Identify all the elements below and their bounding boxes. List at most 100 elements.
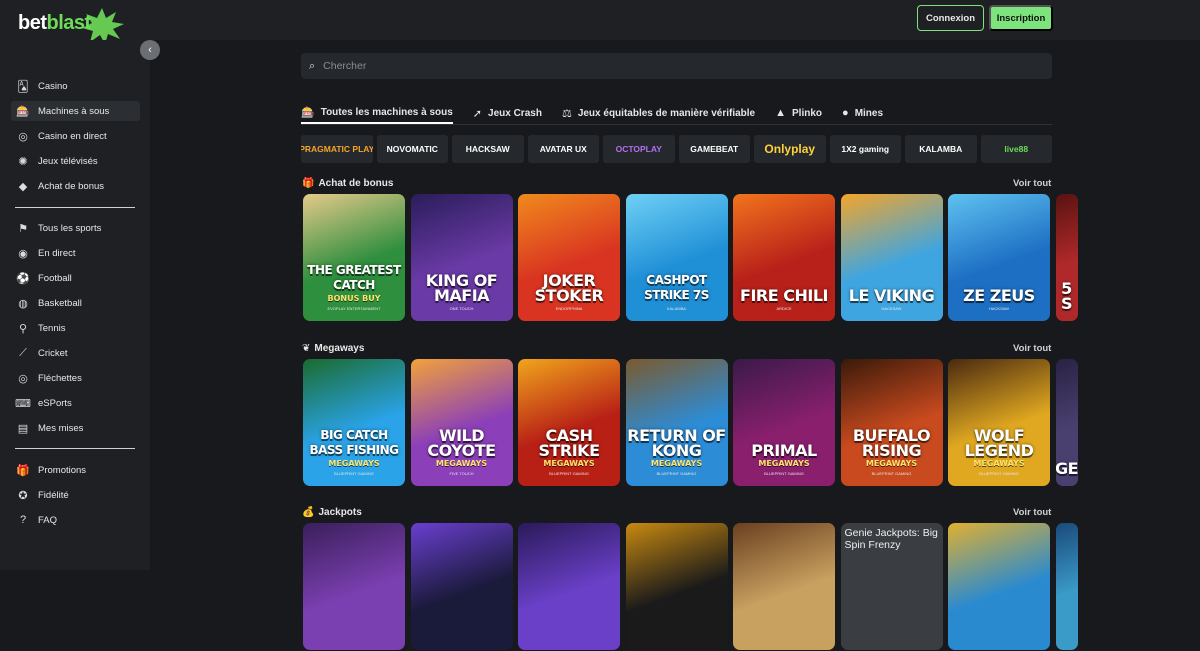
sidebar-item-casino[interactable]: 🂡 Casino	[11, 76, 140, 96]
login-button[interactable]: Connexion	[917, 5, 984, 31]
tab-plinko[interactable]: ▲ Plinko	[775, 102, 822, 124]
provider-octoplay[interactable]: OCTOPLAY	[603, 135, 675, 163]
provider-live88[interactable]: live88	[980, 135, 1052, 163]
game-subtitle: MEGAWAYS	[435, 459, 488, 468]
sidebar-item-label: Football	[38, 272, 72, 284]
gift-icon: 🎁	[302, 177, 315, 189]
signup-button[interactable]: Inscription	[989, 5, 1053, 31]
search-bar[interactable]: ⌕	[301, 53, 1052, 79]
provider-kalamba[interactable]: KALAMBA	[905, 135, 977, 163]
roulette-icon: ◎	[18, 130, 28, 143]
see-all-link[interactable]: Voir tout	[1013, 505, 1051, 519]
sidebar-item-cricket[interactable]: ⟋ Cricket	[11, 343, 140, 363]
faq-icon: ?	[19, 514, 27, 526]
sidebar-item-promotions[interactable]: 🎁 Promotions	[11, 460, 140, 480]
game-subtitle: MEGAWAYS	[328, 459, 380, 468]
sidebar-item-tous-les-sports[interactable]: ⚑ Tous les sports	[11, 218, 140, 238]
game-title: CASHPOT STRIKE 7S	[644, 273, 709, 302]
game-card[interactable]: PRIMAL MEGAWAYS BLUEPRINT GAMING	[733, 359, 835, 486]
sidebar-item-fid-lit[interactable]: ✪ Fidélité	[11, 485, 140, 505]
sidebar-item-casino-en-direct[interactable]: ◎ Casino en direct	[11, 126, 140, 146]
provider-onlyplay[interactable]: Onlyplay	[754, 135, 826, 163]
sidebar-item-fl-chettes[interactable]: ◎ Fléchettes	[11, 368, 140, 388]
game-card[interactable]: KING OF MAFIA ONE TOUCH	[410, 194, 513, 321]
sidebar-item-football[interactable]: ⚽ Football	[11, 268, 140, 288]
provider-pragmatic-play[interactable]: PRAGMATIC PLAY	[301, 135, 373, 163]
bomb-icon: ●	[842, 107, 849, 119]
game-provider: ENDORPHINA	[555, 306, 583, 311]
game-card[interactable]: FIRE CHILI ARDICE	[733, 194, 835, 321]
game-card[interactable]	[1055, 523, 1078, 650]
see-all-link[interactable]: Voir tout	[1013, 341, 1051, 355]
search-icon: ⌕	[309, 59, 316, 72]
sidebar-item-en-direct[interactable]: ◉ En direct	[11, 243, 140, 263]
tab-jeux[interactable]: ➚ Jeux Crash	[473, 102, 542, 124]
provider-gamebeat[interactable]: GAMEBEAT	[678, 135, 750, 163]
game-card[interactable]	[518, 523, 620, 650]
sidebar-item-basketball[interactable]: ◍ Basketball	[11, 293, 140, 313]
game-card[interactable]: ZE ZEUS HACKSAW	[948, 194, 1050, 321]
game-subtitle: BONUS BUY	[327, 294, 381, 303]
game-row: THE GREATEST CATCH BONUS BUY EVOPLAY ENTER…	[303, 194, 1078, 322]
game-card[interactable]: THE GREATEST CATCH BONUS BUY EVOPLAY ENTER…	[303, 194, 405, 321]
collapse-sidebar-button[interactable]: ‹	[140, 40, 160, 60]
game-title: JOKER STOKER	[534, 271, 604, 305]
game-card[interactable]: RETURN OF KONG MEGAWAYS BLUEPRINT GAMING	[625, 359, 728, 486]
section-title: ❦ Megaways	[302, 341, 364, 355]
category-tabs: 🎰 Toutes les machines à sous ➚ Jeux Crash ⚖ J…	[301, 102, 1052, 124]
game-card[interactable]	[948, 523, 1050, 650]
game-card[interactable]: LE VIKING HACKSAW	[840, 194, 943, 321]
game-card[interactable]: JOKER STOKER ENDORPHINA	[518, 194, 620, 321]
game-card[interactable]	[733, 523, 835, 650]
triangle-icon: ▲	[775, 107, 787, 119]
sidebar-item-machines-sous[interactable]: 🎰 Machines à sous	[11, 101, 140, 121]
provider-avatar-ux[interactable]: AVATAR UX	[527, 135, 599, 163]
sidebar-item-label: Fidélité	[38, 489, 69, 501]
search-input[interactable]	[323, 60, 924, 72]
game-subtitle: MEGAWAYS	[865, 459, 918, 468]
tab-jeux[interactable]: ⚖ Jeux équitables de manière vérifiable	[562, 102, 755, 124]
tab-label: Jeux équitables de manière vérifiable	[577, 107, 756, 119]
sidebar-item-label: Fléchettes	[38, 372, 82, 384]
live-icon: ◉	[18, 247, 28, 260]
game-card[interactable]: BIG CATCH BASS FISHING MEGAWAYS BLUEPRINT …	[303, 359, 405, 486]
game-provider: BLUEPRINT GAMING	[334, 471, 374, 476]
sidebar-item-tennis[interactable]: ⚲ Tennis	[11, 318, 140, 338]
gamepad-icon: ⌨	[15, 397, 31, 410]
game-card[interactable]: CASHPOT STRIKE 7S KALAMBA	[625, 194, 728, 321]
game-provider: BLUEPRINT GAMING	[656, 471, 697, 476]
sidebar-item-label: eSPorts	[38, 397, 72, 409]
see-all-link[interactable]: Voir tout	[1013, 176, 1051, 190]
game-card[interactable]: WILD COYOTE MEGAWAYS FIVE TOUCH	[410, 359, 513, 486]
section-title-label: Achat de bonus	[318, 177, 394, 189]
ribbon-icon: ❦	[302, 342, 311, 354]
game-card[interactable]: WOLF LEGEND MEGAWAYS BLUEPRINT GAMING	[948, 359, 1050, 486]
game-provider: BLUEPRINT GAMING	[549, 471, 589, 476]
game-card[interactable]: BUFFALO RISING MEGAWAYS BLUEPRINT GAMING	[840, 359, 943, 486]
game-card[interactable]	[625, 523, 728, 650]
sidebar-item-faq[interactable]: ? FAQ	[11, 510, 140, 530]
sidebar-item-achat-de-bonus[interactable]: ◆ Achat de bonus	[11, 176, 140, 196]
game-provider: FIVE TOUCH	[449, 471, 474, 476]
scale-icon: ⚖	[561, 107, 572, 120]
tab-mines[interactable]: ● Mines	[842, 102, 883, 124]
sidebar-item-mes-mises[interactable]: ▤ Mes mises	[11, 418, 140, 438]
darts-icon: ◎	[18, 372, 28, 385]
game-card[interactable]: Genie Jackpots: Big Spin Frenzy	[840, 523, 943, 650]
game-card[interactable]: CASH STRIKE MEGAWAYS BLUEPRINT GAMING	[518, 359, 620, 486]
provider-novomatic[interactable]: NOVOMATIC	[376, 135, 448, 163]
sidebar-item-jeux-t-l-vis-s[interactable]: ✺ Jeux télévisés	[11, 151, 140, 171]
game-card[interactable]	[303, 523, 405, 650]
game-card[interactable]	[410, 523, 513, 650]
tab-les[interactable]: 🎰 Toutes les machines à sous	[301, 102, 453, 124]
sidebar-item-label: En direct	[38, 247, 76, 259]
sidebar-item-label: Cricket	[38, 347, 68, 359]
sidebar-item-esports[interactable]: ⌨ eSPorts	[11, 393, 140, 413]
gift-icon: 🎁	[16, 464, 30, 477]
game-card[interactable]: 5 S	[1055, 194, 1078, 321]
provider-1x2-gaming[interactable]: 1X2 gaming	[829, 135, 901, 163]
game-title: GE	[1055, 459, 1078, 478]
game-card[interactable]: GE	[1055, 359, 1078, 486]
provider-hacksaw[interactable]: HACKSAW	[452, 135, 524, 163]
sidebar-item-label: Basketball	[38, 297, 82, 309]
